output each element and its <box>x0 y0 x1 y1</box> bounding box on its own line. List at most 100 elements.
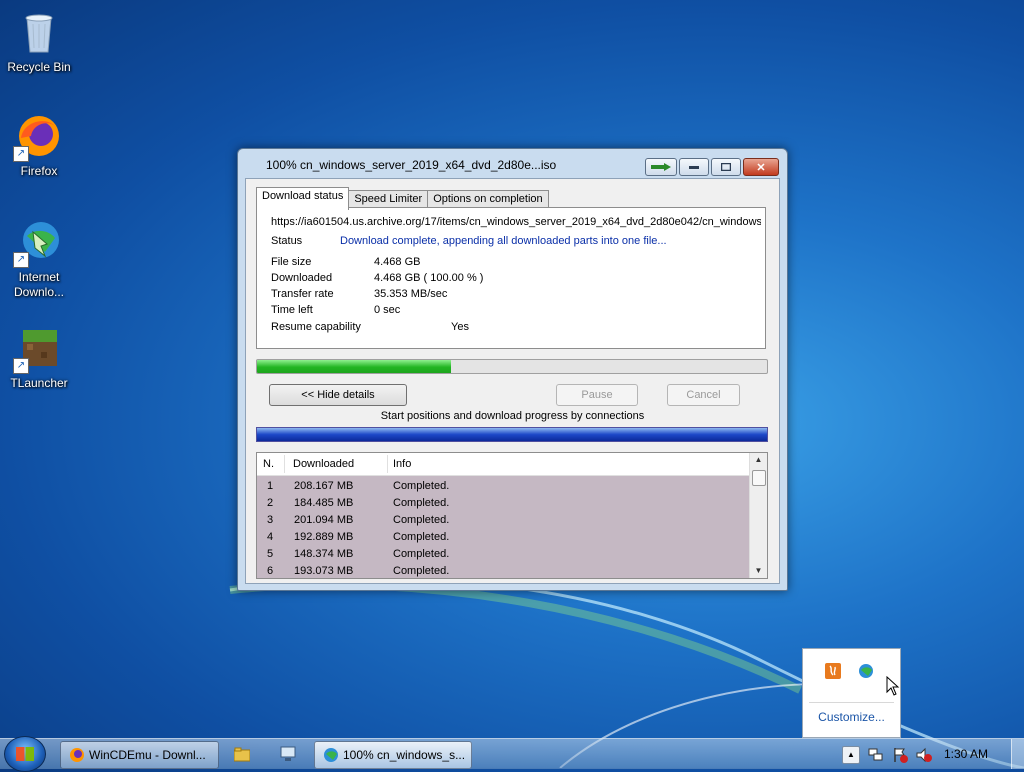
folder-icon <box>234 747 250 762</box>
desktop-icon-tlauncher[interactable]: ↗ TLauncher <box>1 324 77 391</box>
transfer-rate-row: Transfer rate 35.353 MB/sec <box>271 288 447 300</box>
column-header-downloaded[interactable]: Downloaded <box>293 458 354 470</box>
transfer-rate-label: Transfer rate <box>271 288 334 300</box>
idm-icon <box>248 158 262 172</box>
cell-n: 5 <box>267 548 274 560</box>
status-value: Download complete, appending all downloa… <box>340 235 667 247</box>
cell-info: Completed. <box>393 514 450 526</box>
time-left-row: Time left 0 sec <box>271 304 400 316</box>
taskbar-task-wincdemu[interactable]: WinCDEmu - Downl... <box>60 741 219 769</box>
taskbar-task-label: 100% cn_windows_s... <box>343 748 466 762</box>
network-status-icon[interactable] <box>868 747 884 763</box>
idm-tray-icon[interactable] <box>858 663 874 679</box>
go-button[interactable] <box>645 158 677 176</box>
cell-downloaded: 193.073 MB <box>294 565 354 577</box>
download-progress-bar <box>256 359 768 374</box>
cell-info: Completed. <box>393 548 450 560</box>
idm-icon: ↗ <box>13 218 63 268</box>
network-computer-icon <box>280 746 296 761</box>
recycle-bin-icon <box>15 8 63 56</box>
cell-downloaded: 201.094 MB <box>294 514 354 526</box>
close-icon: ✕ <box>756 161 766 174</box>
file-size-value: 4.468 GB <box>374 256 421 268</box>
show-hidden-icons-button[interactable]: ▲ <box>842 746 860 764</box>
desktop-icon-label: Firefox <box>20 164 58 178</box>
action-center-flag-icon[interactable] <box>892 747 908 763</box>
firefox-icon: ↗ <box>13 112 63 162</box>
arrow-right-icon <box>651 163 671 171</box>
shortcut-arrow-icon: ↗ <box>13 146 29 162</box>
table-row[interactable]: 3 201.094 MB Completed. <box>257 512 749 529</box>
scroll-thumb[interactable] <box>752 470 766 486</box>
taskbar-clock[interactable]: 1:30 AM <box>944 747 988 761</box>
shortcut-arrow-icon: ↗ <box>13 358 29 374</box>
shortcut-arrow-icon: ↗ <box>13 252 29 268</box>
downloaded-row: Downloaded 4.468 GB ( 100.00 % ) <box>271 272 483 284</box>
customize-link[interactable]: Customize... <box>803 710 900 724</box>
column-header-info[interactable]: Info <box>393 458 411 470</box>
resume-capability-label: Resume capability <box>271 321 361 333</box>
close-button[interactable]: ✕ <box>743 158 779 176</box>
start-button[interactable] <box>4 736 46 772</box>
desktop-icon-recycle-bin[interactable]: Recycle Bin <box>1 8 77 75</box>
downloaded-label: Downloaded <box>271 272 333 284</box>
maximize-icon <box>721 163 731 171</box>
desktop-icon-label: Recycle Bin <box>7 60 71 74</box>
transfer-rate-value: 35.353 MB/sec <box>374 288 448 300</box>
table-row[interactable]: 6 193.073 MB Completed. <box>257 563 749 578</box>
desktop-icon-firefox[interactable]: ↗ Firefox <box>1 112 77 179</box>
status-row: Status Download complete, appending all d… <box>271 235 667 247</box>
taskbar: WinCDEmu - Downl... 100% cn_windows_s...… <box>0 736 1024 772</box>
window-client-area: Download status Speed Limiter Options on… <box>245 178 780 584</box>
mouse-cursor-icon <box>886 676 900 696</box>
pause-button[interactable]: Pause <box>556 384 638 406</box>
cell-n: 6 <box>267 565 274 577</box>
cell-info: Completed. <box>393 497 450 509</box>
connections-caption: Start positions and download progress by… <box>380 410 645 422</box>
desktop-icon-label: TLauncher <box>10 376 68 390</box>
file-size-row: File size 4.468 GB <box>271 256 420 268</box>
hide-details-button[interactable]: << Hide details <box>269 384 407 406</box>
connections-list[interactable]: N. Downloaded Info 1 208.167 MB Complete… <box>256 452 768 579</box>
time-left-label: Time left <box>271 304 313 316</box>
table-row[interactable]: 1 208.167 MB Completed. <box>257 478 749 495</box>
cancel-button[interactable]: Cancel <box>667 384 740 406</box>
cell-downloaded: 148.374 MB <box>294 548 354 560</box>
scroll-up-icon[interactable]: ▲ <box>750 453 767 467</box>
connections-list-header: N. Downloaded Info <box>257 453 749 476</box>
cell-n: 4 <box>267 531 274 543</box>
cell-n: 2 <box>267 497 274 509</box>
cell-n: 3 <box>267 514 274 526</box>
resume-capability-row: Resume capability Yes <box>271 321 469 333</box>
desktop-icon-label-line1: Internet <box>18 270 60 284</box>
window-titlebar[interactable]: 100% cn_windows_server_2019_x64_dvd_2d80… <box>238 149 787 177</box>
cell-downloaded: 208.167 MB <box>294 480 354 492</box>
scroll-down-icon[interactable]: ▼ <box>750 564 767 578</box>
cell-info: Completed. <box>393 531 450 543</box>
java-update-icon[interactable] <box>825 663 841 679</box>
table-row[interactable]: 2 184.485 MB Completed. <box>257 495 749 512</box>
taskbar-pin-explorer[interactable] <box>222 741 262 767</box>
chevron-up-icon: ▲ <box>847 750 855 759</box>
download-progress-window: 100% cn_windows_server_2019_x64_dvd_2d80… <box>237 148 788 591</box>
taskbar-pin-network[interactable] <box>268 741 308 767</box>
connections-list-scrollbar[interactable]: ▲ ▼ <box>749 453 767 578</box>
minimize-button[interactable] <box>679 158 709 176</box>
connections-list-body: 1 208.167 MB Completed. 2 184.485 MB Com… <box>257 476 749 578</box>
desktop-icon-internet-download-manager[interactable]: ↗ Internet Downlo... <box>1 218 77 300</box>
progress-fill <box>257 360 451 373</box>
cell-downloaded: 184.485 MB <box>294 497 354 509</box>
cell-n: 1 <box>267 480 274 492</box>
desktop-icon-label-line2: Downlo... <box>13 285 65 299</box>
table-row[interactable]: 5 148.374 MB Completed. <box>257 546 749 563</box>
table-row[interactable]: 4 192.889 MB Completed. <box>257 529 749 546</box>
volume-muted-icon[interactable] <box>916 747 932 763</box>
tab-download-status[interactable]: Download status <box>256 187 350 210</box>
column-header-n[interactable]: N. <box>263 458 274 470</box>
maximize-button[interactable] <box>711 158 741 176</box>
taskbar-task-label: WinCDEmu - Downl... <box>89 748 206 762</box>
show-desktop-button[interactable] <box>1011 739 1024 769</box>
cell-info: Completed. <box>393 565 450 577</box>
firefox-icon <box>70 748 84 762</box>
taskbar-task-idm-download[interactable]: 100% cn_windows_s... <box>314 741 472 769</box>
